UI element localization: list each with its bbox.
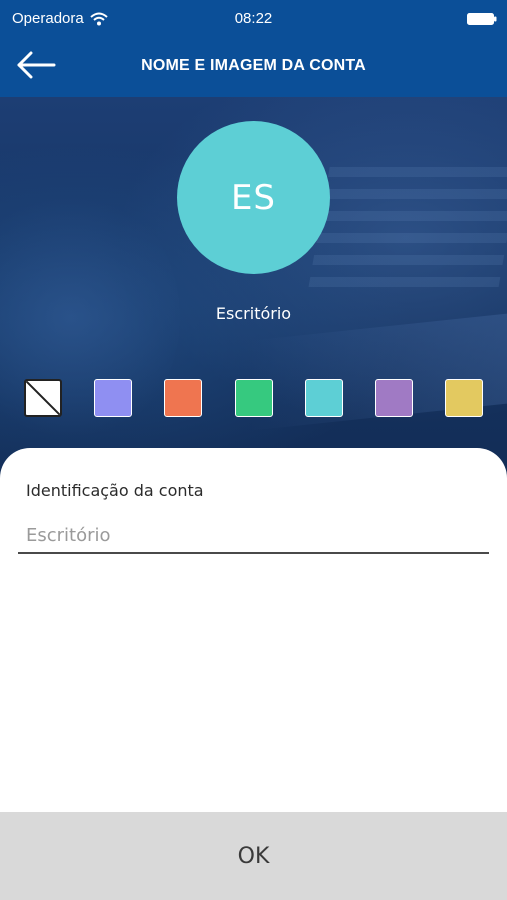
no-color-icon [26,381,60,415]
color-swatch-cyan[interactable] [305,379,343,417]
color-swatch-yellow[interactable] [445,379,483,417]
color-swatch-green[interactable] [235,379,273,417]
avatar-initials: ES [230,177,277,218]
ok-button[interactable]: OK [0,812,507,900]
color-swatch-periwinkle[interactable] [94,379,132,417]
hero-background: ES Escritório [0,97,507,500]
background-image-detail [308,157,507,287]
page-title: NOME E IMAGEM DA CONTA [141,57,366,74]
status-time: 08:22 [234,10,273,27]
color-swatch-picker [24,379,486,419]
color-swatch-coral[interactable] [164,379,202,417]
form-sheet: Identificação da conta [0,448,507,812]
avatar-name: Escritório [215,304,292,323]
avatar[interactable]: ES [177,121,330,274]
status-bar: Operadora 08:22 [0,0,507,38]
battery-icon [467,12,497,25]
account-id-label: Identificação da conta [26,481,204,500]
account-id-input[interactable] [18,518,489,554]
color-swatch-purple[interactable] [375,379,413,417]
app-header: NOME E IMAGEM DA CONTA [0,38,507,97]
color-swatch-none[interactable] [24,379,62,417]
